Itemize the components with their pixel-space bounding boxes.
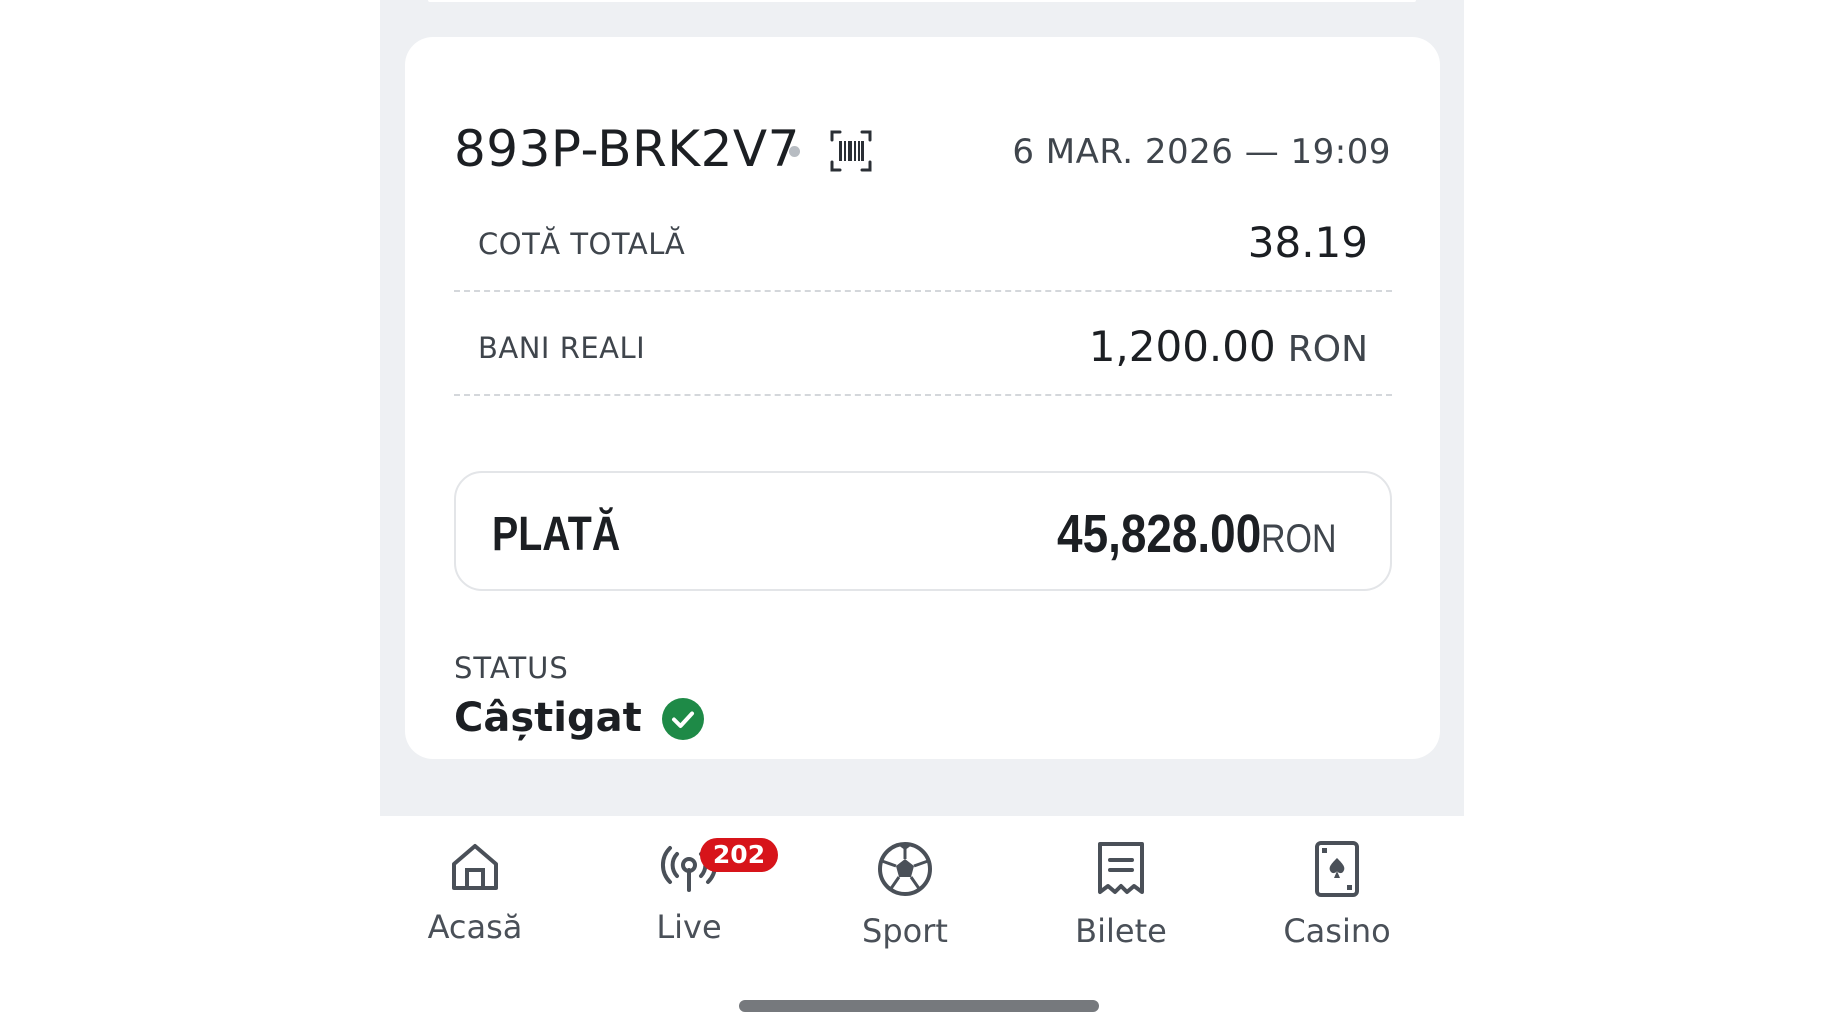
ticket-id: 893P-BRK2V7 xyxy=(454,120,800,178)
nav-label-live: Live xyxy=(656,908,722,946)
nav-label-casino: Casino xyxy=(1283,912,1391,950)
previous-card-edge xyxy=(428,0,1416,2)
total-odds-value: 38.19 xyxy=(1247,218,1368,267)
total-odds-row: COTĂ TOTALĂ 38.19 xyxy=(454,188,1392,292)
payout-label: PLATĂ xyxy=(492,508,621,561)
stake-currency: RON xyxy=(1287,329,1368,370)
payout-value: 45,828.00RON xyxy=(1021,503,1350,565)
nav-label-tickets: Bilete xyxy=(1075,912,1167,950)
soccer-ball-icon xyxy=(878,842,932,896)
nav-item-home[interactable]: Acasă xyxy=(380,840,570,970)
ticket-card: 893P-BRK2V7 6 MAR. 2026 — 19:09 COTĂ TOT… xyxy=(405,37,1440,759)
nav-label-home: Acasă xyxy=(427,908,523,946)
separator-dot xyxy=(789,146,800,157)
ticket-date: 6 MAR. 2026 — 19:09 xyxy=(1012,132,1391,172)
barcode-icon[interactable] xyxy=(829,129,873,173)
ticket-receipt-icon xyxy=(1098,842,1144,894)
phone-screen: 893P-BRK2V7 6 MAR. 2026 — 19:09 COTĂ TOT… xyxy=(380,0,1464,1034)
live-count-badge: 202 xyxy=(700,838,778,872)
playing-card-icon xyxy=(1315,841,1359,897)
stake-value: 1,200.00 RON xyxy=(1089,322,1368,371)
payout-box: PLATĂ 45,828.00RON xyxy=(454,471,1392,591)
check-circle-icon xyxy=(662,698,704,740)
stake-row: BANI REALI 1,200.00 RON xyxy=(454,292,1392,396)
status-value: Câștigat xyxy=(454,695,642,741)
home-icon xyxy=(452,844,498,890)
status-label: STATUS xyxy=(454,651,569,685)
stake-amount: 1,200.00 xyxy=(1088,322,1276,371)
nav-label-sport: Sport xyxy=(862,912,948,950)
payout-amount: 45,828.00 xyxy=(1056,504,1262,564)
nav-item-casino[interactable]: Casino xyxy=(1242,840,1432,970)
stake-label: BANI REALI xyxy=(478,331,646,365)
nav-item-sport[interactable]: Sport xyxy=(810,840,1000,970)
content-area: 893P-BRK2V7 6 MAR. 2026 — 19:09 COTĂ TOT… xyxy=(380,0,1464,816)
nav-item-tickets[interactable]: Bilete xyxy=(1026,840,1216,970)
home-indicator[interactable] xyxy=(739,1000,1099,1012)
total-odds-label: COTĂ TOTALĂ xyxy=(478,227,686,261)
payout-currency: RON xyxy=(1261,517,1337,561)
